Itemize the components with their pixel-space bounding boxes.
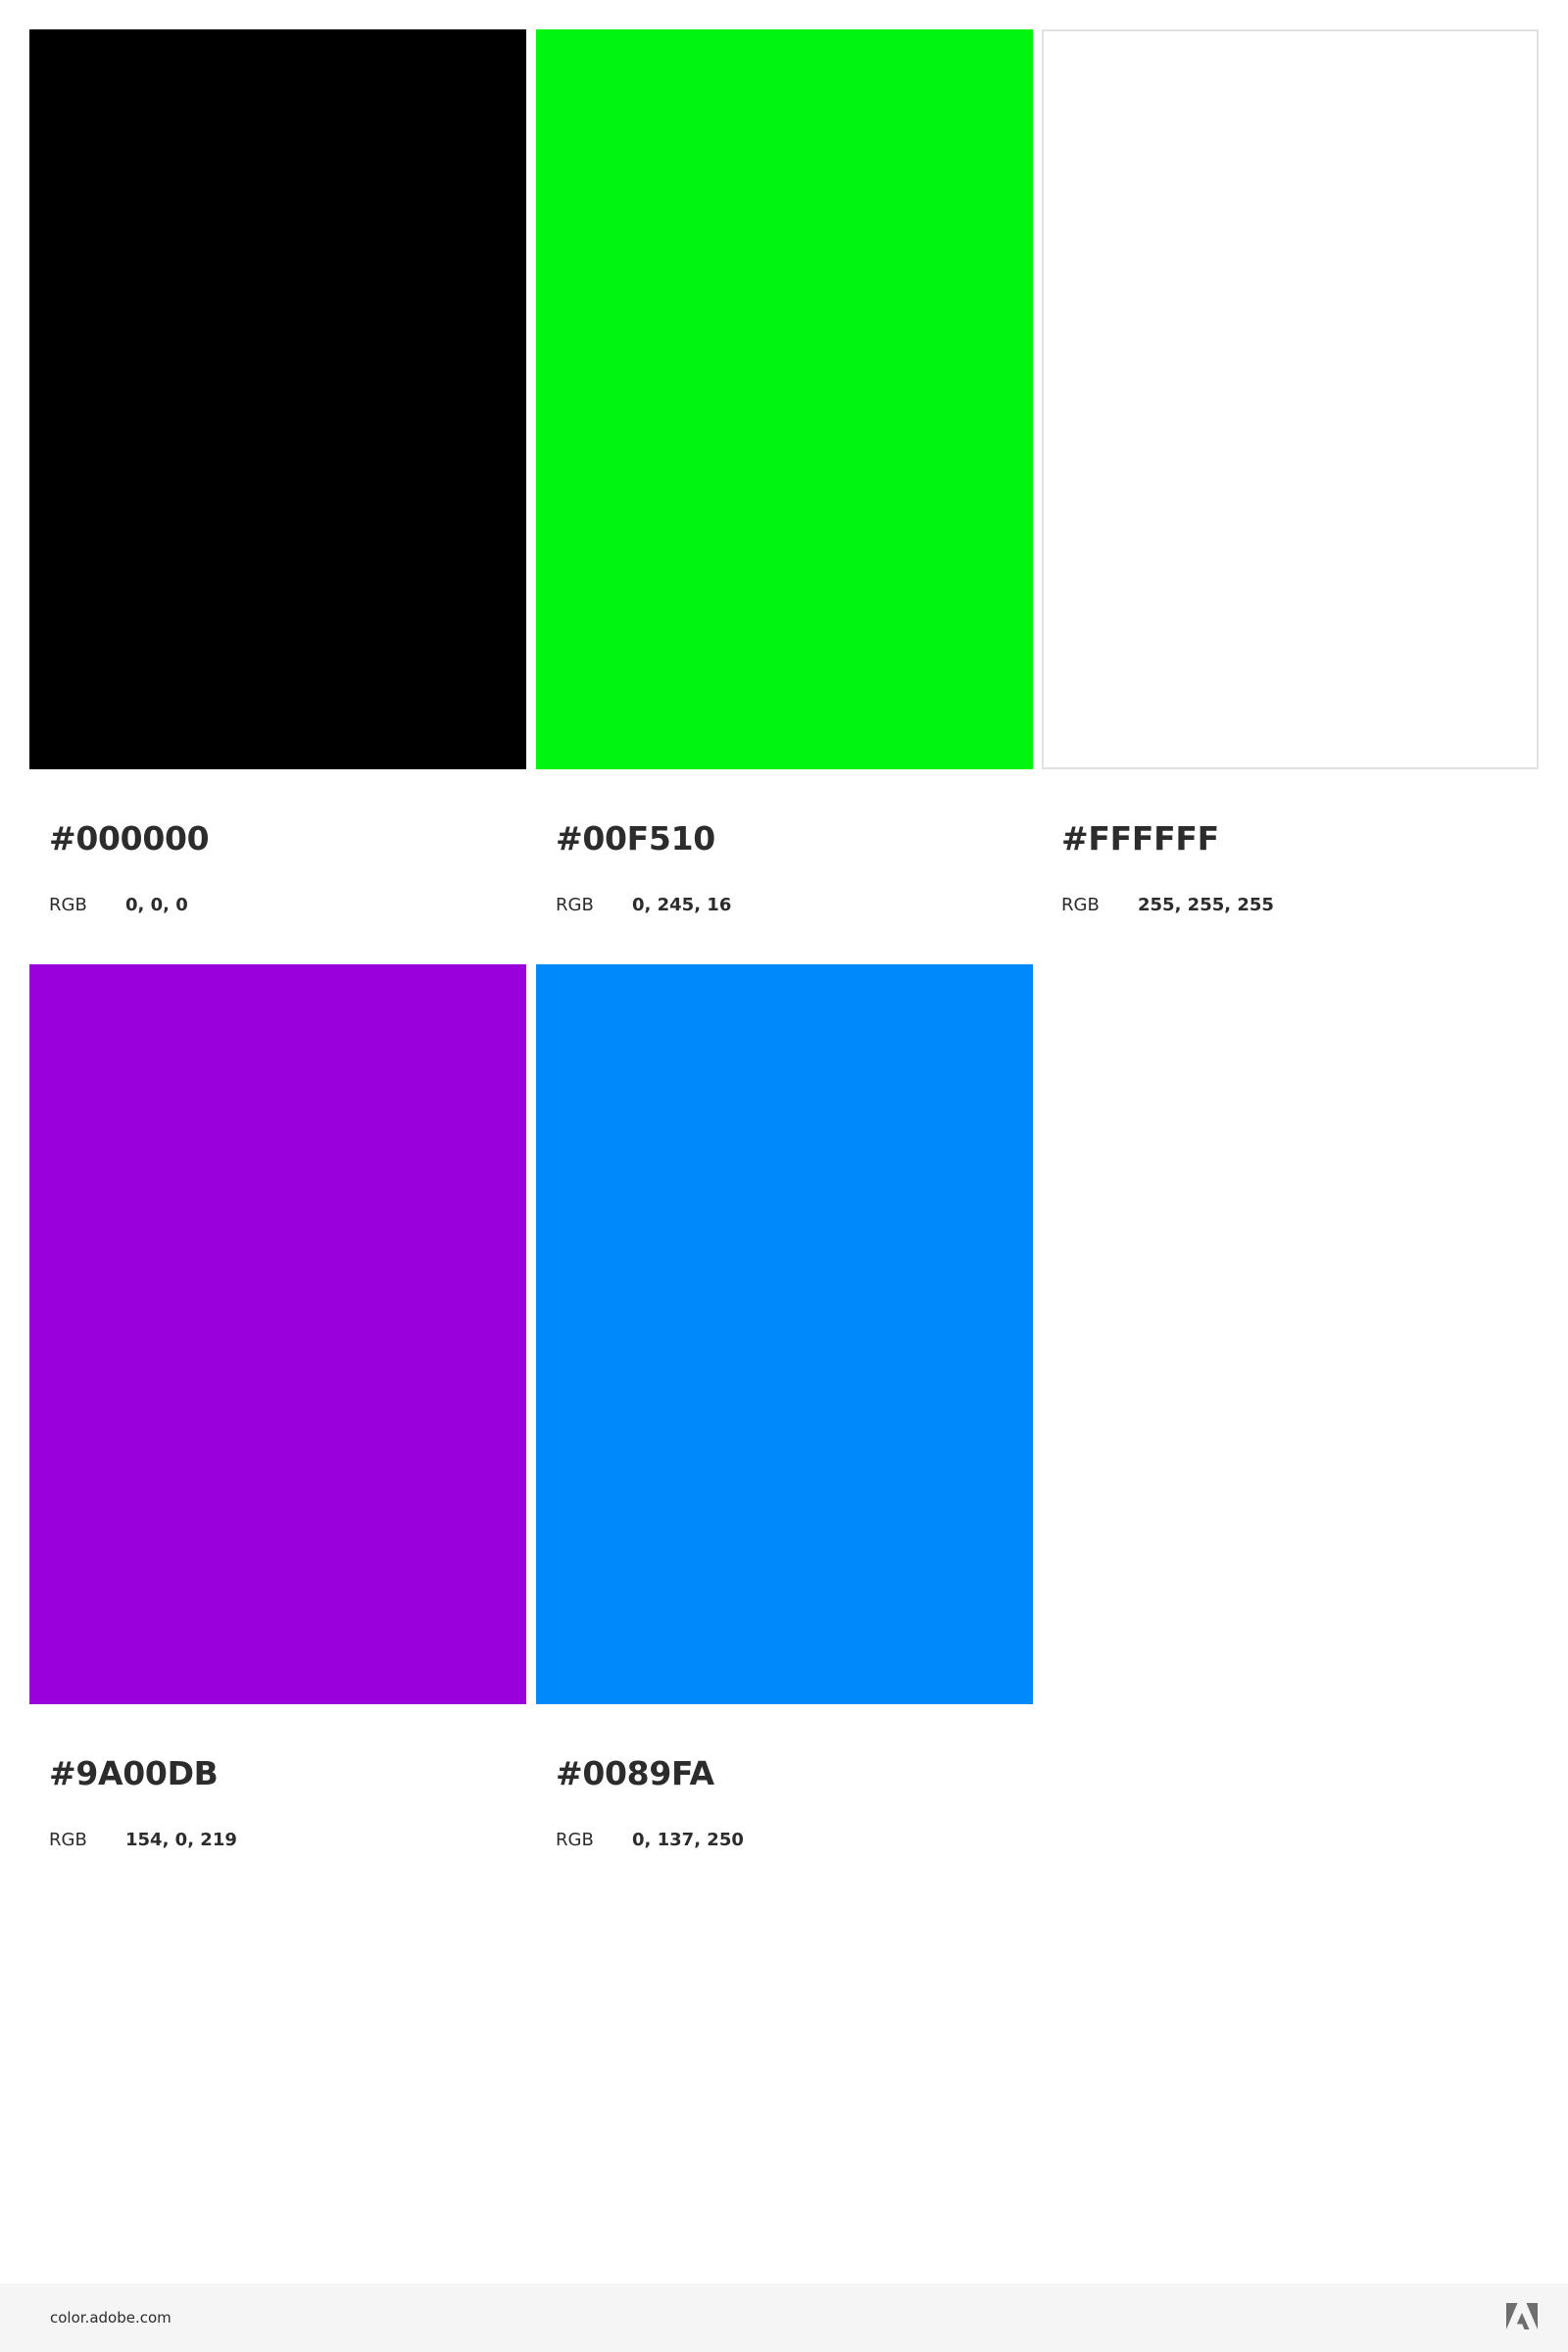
footer: color.adobe.com: [0, 2283, 1568, 2352]
color-swatch[interactable]: [29, 964, 526, 1704]
rgb-value: 255, 255, 255: [1138, 895, 1274, 915]
rgb-label: RGB: [556, 1830, 594, 1850]
rgb-value: 0, 137, 250: [632, 1830, 744, 1850]
rgb-value: 154, 0, 219: [125, 1830, 237, 1850]
footer-site-link[interactable]: color.adobe.com: [50, 2305, 172, 2330]
color-swatch[interactable]: [536, 29, 1033, 769]
rgb-label: RGB: [556, 895, 594, 915]
swatch-card: #00F510 RGB 0, 245, 16: [536, 29, 1033, 915]
hex-code: #0089FA: [556, 1754, 714, 1792]
swatch-card: #0089FA RGB 0, 137, 250: [536, 964, 1033, 1850]
hex-code: #00F510: [556, 819, 715, 858]
hex-code: #000000: [49, 819, 210, 858]
swatch-card: #000000 RGB 0, 0, 0: [29, 29, 526, 915]
rgb-value: 0, 0, 0: [125, 895, 188, 915]
rgb-value: 0, 245, 16: [632, 895, 732, 915]
swatch-card: #9A00DB RGB 154, 0, 219: [29, 964, 526, 1850]
adobe-logo-icon[interactable]: [1506, 2303, 1538, 2332]
color-swatch[interactable]: [1042, 29, 1539, 769]
hex-code: #FFFFFF: [1061, 819, 1219, 858]
hex-code: #9A00DB: [49, 1754, 219, 1792]
rgb-label: RGB: [49, 1830, 87, 1850]
swatch-card: #FFFFFF RGB 255, 255, 255: [1042, 29, 1539, 915]
rgb-label: RGB: [1061, 895, 1100, 915]
color-swatch[interactable]: [536, 964, 1033, 1704]
color-swatch[interactable]: [29, 29, 526, 769]
rgb-label: RGB: [49, 895, 87, 915]
